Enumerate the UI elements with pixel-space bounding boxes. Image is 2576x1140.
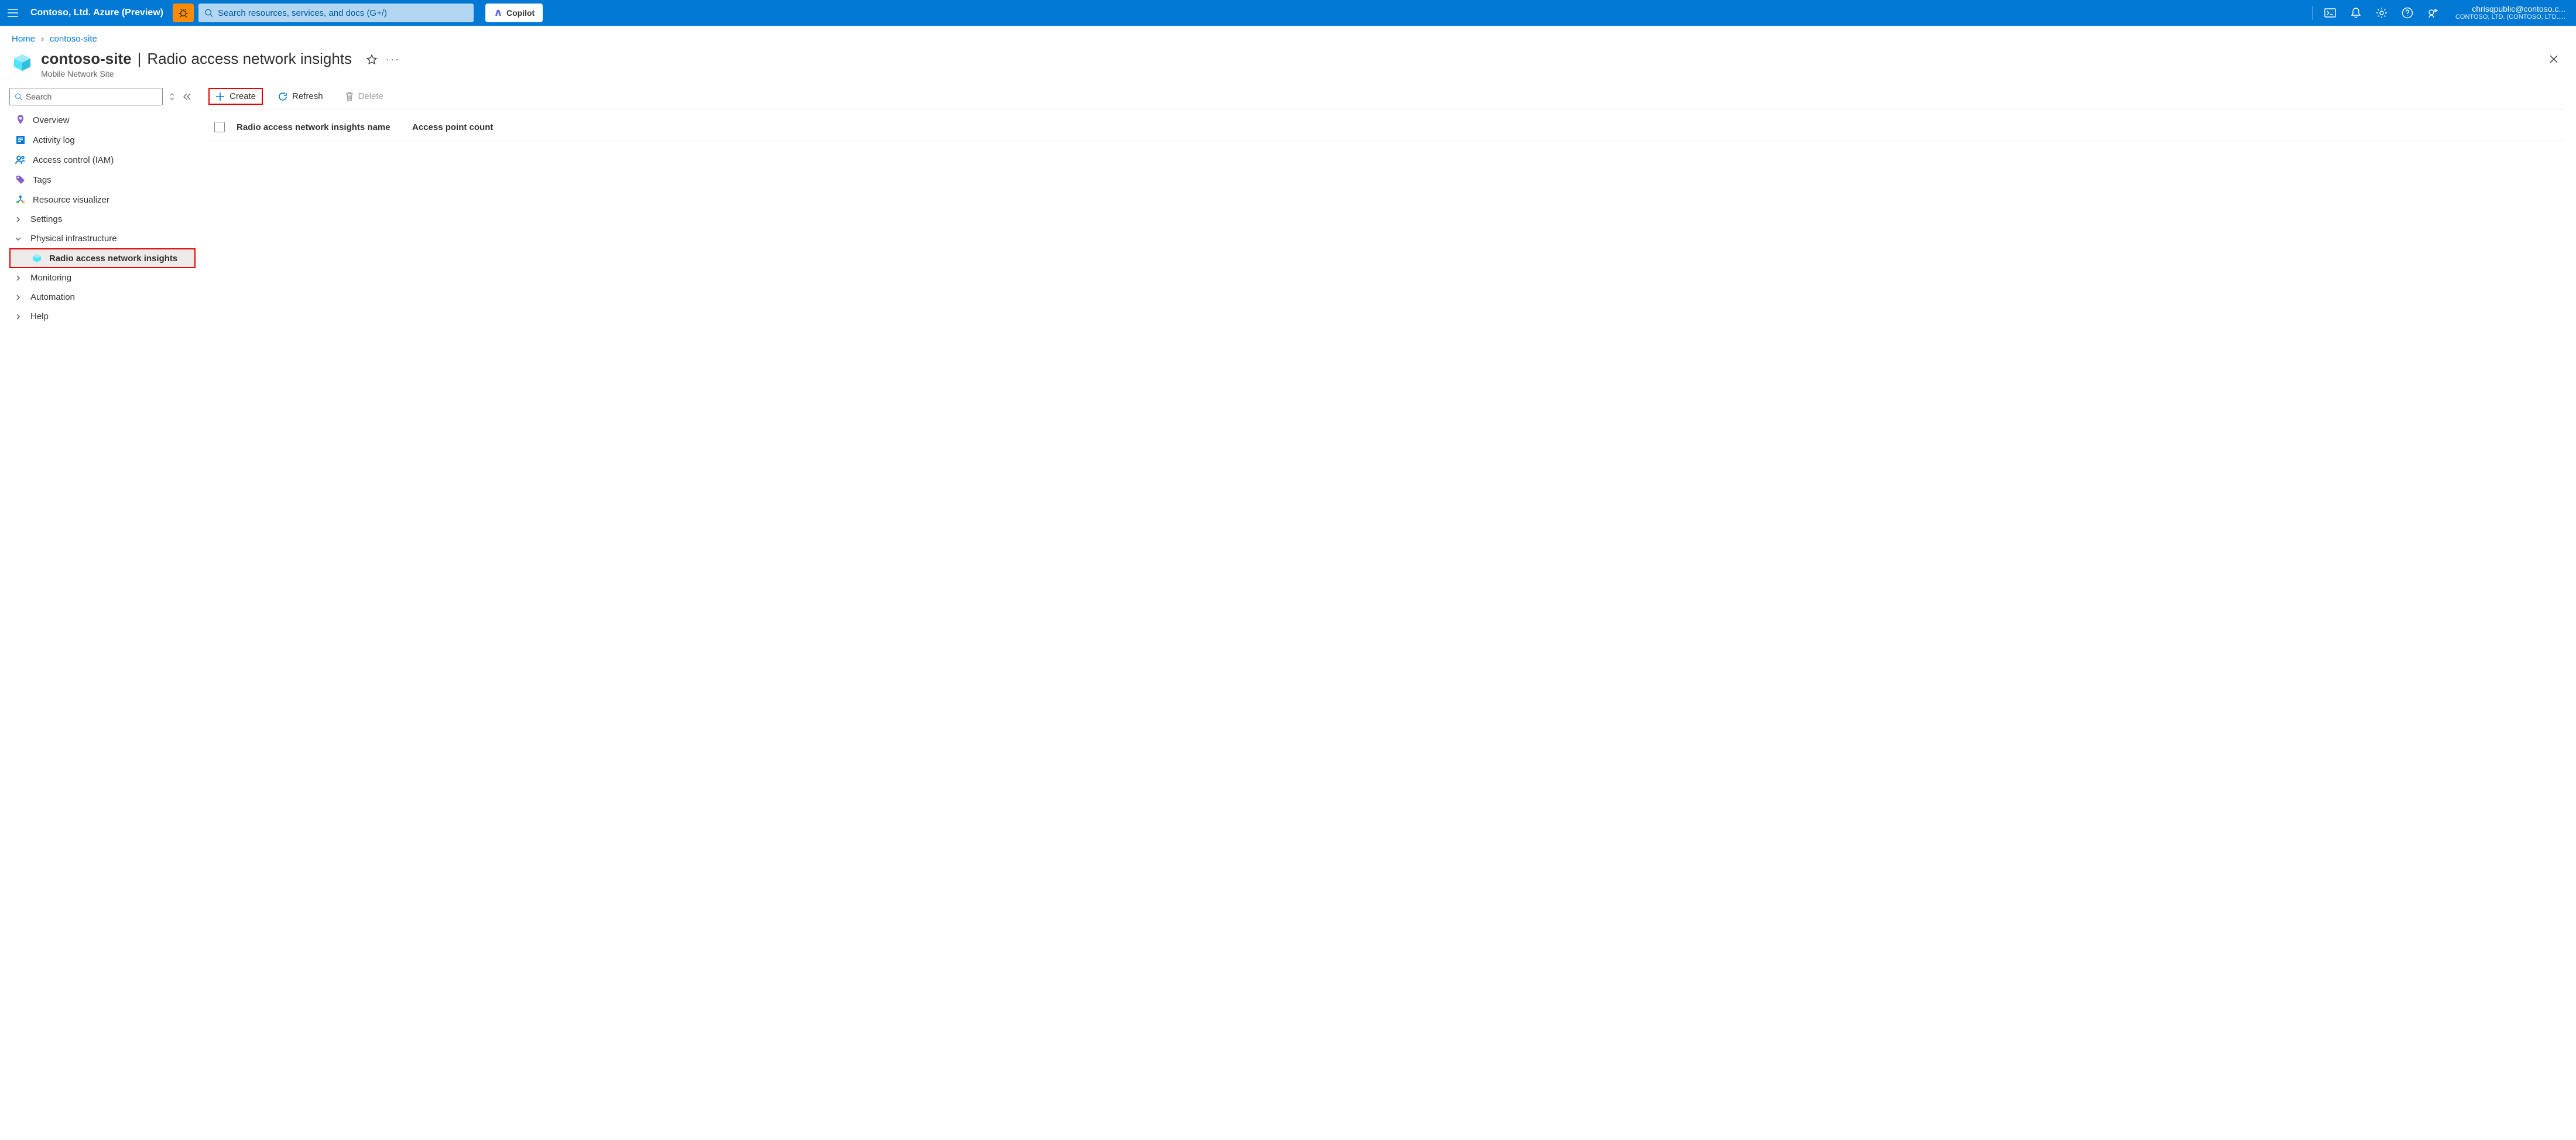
refresh-button[interactable]: Refresh — [272, 89, 329, 104]
nav-label: Monitoring — [30, 273, 71, 283]
global-search-input[interactable] — [218, 8, 468, 18]
nav-settings[interactable]: Settings — [9, 210, 196, 229]
feedback-button[interactable] — [2421, 1, 2445, 25]
copilot-button[interactable]: Copilot — [485, 4, 543, 22]
menu-toggle[interactable] — [5, 5, 21, 21]
chevron-double-left-icon — [183, 93, 192, 101]
close-blade-button[interactable] — [2543, 52, 2564, 66]
header-utilities — [2308, 1, 2445, 25]
breadcrumb-home[interactable]: Home — [12, 34, 35, 44]
nav-label: Tags — [33, 175, 52, 185]
nav-physical-infrastructure[interactable]: Physical infrastructure — [9, 229, 196, 248]
delete-button: Delete — [340, 89, 389, 104]
search-icon — [15, 93, 22, 101]
nav-label: Settings — [30, 214, 62, 224]
overview-icon — [15, 115, 26, 125]
nav-tags[interactable]: Tags — [9, 170, 196, 190]
create-button[interactable]: Create — [210, 89, 262, 104]
visualizer-icon — [15, 194, 26, 205]
divider — [2312, 6, 2313, 20]
select-all-checkbox[interactable] — [214, 122, 225, 132]
nav-label: Activity log — [33, 135, 75, 145]
activity-log-icon — [15, 135, 26, 145]
gear-icon — [2376, 7, 2387, 19]
more-actions-button[interactable]: ··· — [386, 53, 400, 66]
hamburger-icon — [8, 9, 18, 17]
nav-automation[interactable]: Automation — [9, 287, 196, 307]
chevron-right-icon — [15, 217, 23, 222]
nav-resource-visualizer[interactable]: Resource visualizer — [9, 190, 196, 210]
bug-icon — [178, 8, 189, 18]
page-title-name: contoso-site — [41, 50, 132, 68]
portal-brand[interactable]: Contoso, Ltd. Azure (Preview) — [30, 8, 163, 18]
feedback-icon — [2427, 7, 2439, 19]
copilot-label: Copilot — [506, 8, 535, 18]
command-bar: Create Refresh Delete — [210, 87, 2563, 110]
collapse-menu-button[interactable] — [181, 91, 193, 102]
star-icon — [366, 54, 378, 66]
hexagon-icon — [32, 253, 42, 263]
nav-activity-log[interactable]: Activity log — [9, 130, 196, 150]
chevron-right-icon — [15, 275, 23, 281]
nav-access-control[interactable]: Access control (IAM) — [9, 150, 196, 170]
plus-icon — [215, 92, 225, 101]
trash-icon — [345, 92, 354, 101]
resource-subtype: Mobile Network Site — [41, 69, 352, 78]
nav-label: Access control (IAM) — [33, 155, 114, 165]
account-menu[interactable]: chrisqpublic@contoso.c... CONTOSO, LTD. … — [2450, 5, 2571, 21]
resource-type-icon — [12, 52, 33, 73]
menu-search[interactable] — [9, 88, 163, 105]
main-content: Create Refresh Delete Radio access netwo… — [196, 87, 2576, 326]
nav-label: Automation — [30, 292, 75, 302]
column-name-header[interactable]: Radio access network insights name — [237, 122, 400, 132]
sort-icon — [169, 93, 176, 101]
favorite-button[interactable] — [366, 54, 378, 66]
global-search[interactable] — [198, 4, 474, 22]
nav-help[interactable]: Help — [9, 307, 196, 326]
nav-label: Overview — [33, 115, 70, 125]
nav-monitoring[interactable]: Monitoring — [9, 268, 196, 287]
delete-label: Delete — [358, 91, 383, 101]
help-icon — [2402, 7, 2413, 19]
help-button[interactable] — [2396, 1, 2419, 25]
notifications-button[interactable] — [2344, 1, 2368, 25]
tags-icon — [15, 174, 26, 185]
page-header: contoso-site | Radio access network insi… — [0, 47, 2576, 87]
iam-icon — [15, 155, 26, 165]
page-title-blade: Radio access network insights — [147, 50, 352, 68]
close-icon — [2549, 54, 2558, 64]
page-title: contoso-site | Radio access network insi… — [41, 50, 352, 68]
bell-icon — [2351, 7, 2361, 19]
preview-bug-button[interactable] — [173, 4, 194, 22]
breadcrumb-resource[interactable]: contoso-site — [50, 34, 97, 44]
search-icon — [204, 8, 213, 18]
refresh-label: Refresh — [292, 91, 323, 101]
breadcrumb: Home › contoso-site — [0, 26, 2576, 47]
global-header: Contoso, Ltd. Azure (Preview) Copilot ch… — [0, 0, 2576, 26]
table-header: Radio access network insights name Acces… — [210, 110, 2563, 141]
nav-radio-access-network-insights[interactable]: Radio access network insights — [9, 248, 196, 268]
nav-label: Radio access network insights — [49, 254, 177, 263]
create-label: Create — [229, 91, 256, 101]
copilot-icon — [494, 8, 503, 18]
menu-search-input[interactable] — [26, 92, 157, 101]
settings-button[interactable] — [2370, 1, 2393, 25]
nav-label: Resource visualizer — [33, 195, 109, 205]
account-tenant: CONTOSO, LTD. (CONTOSO, LTD..... — [2455, 13, 2565, 21]
cloud-shell-icon — [2324, 8, 2336, 18]
column-count-header[interactable]: Access point count — [412, 122, 2558, 132]
chevron-right-icon — [15, 295, 23, 300]
expand-toggle[interactable] — [167, 91, 177, 102]
chevron-right-icon — [15, 314, 23, 320]
chevron-down-icon — [15, 236, 23, 242]
account-email: chrisqpublic@contoso.c... — [2472, 5, 2565, 13]
refresh-icon — [278, 92, 287, 101]
resource-menu: Overview Activity log Access control (IA… — [9, 87, 196, 326]
nav-overview[interactable]: Overview — [9, 110, 196, 130]
nav-label: Help — [30, 311, 49, 321]
cloud-shell-button[interactable] — [2318, 1, 2342, 25]
breadcrumb-separator: › — [41, 34, 44, 44]
nav-label: Physical infrastructure — [30, 234, 117, 244]
